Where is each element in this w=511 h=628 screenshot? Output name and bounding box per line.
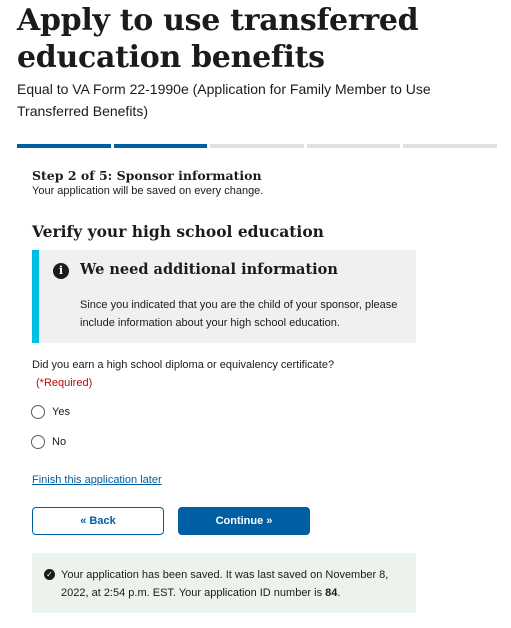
question-label: Did you earn a high school diploma or eq… <box>32 359 335 371</box>
page-title: Apply to use transferred education benef… <box>17 3 419 75</box>
saved-message-end: . <box>337 587 341 599</box>
progress-segment-4 <box>306 144 401 148</box>
radio-button-no[interactable] <box>31 435 45 449</box>
progress-segment-3 <box>210 144 304 148</box>
step-title: Step 2 of 5: Sponsor information <box>32 168 262 183</box>
application-id: 84 <box>325 587 338 599</box>
continue-button[interactable]: Continue » <box>178 507 310 535</box>
autosave-note: Your application will be saved on every … <box>32 185 264 197</box>
section-heading: Verify your high school education <box>32 222 324 241</box>
info-alert: i We need additional information Since y… <box>32 250 416 343</box>
saved-notice: ✓ Your application has been saved. It wa… <box>32 553 416 613</box>
saved-message: Your application has been saved. It was … <box>61 566 406 602</box>
radio-no[interactable]: No <box>31 435 66 449</box>
alert-body: Since you indicated that you are the chi… <box>80 299 398 329</box>
form-subtitle: Equal to VA Form 22-1990e (Application f… <box>17 81 431 119</box>
progress-bar <box>17 144 497 148</box>
radio-yes-label: Yes <box>52 406 70 418</box>
alert-heading: We need additional information <box>80 261 338 278</box>
progress-segment-2 <box>113 144 208 148</box>
radio-yes[interactable]: Yes <box>31 405 70 419</box>
progress-segment-1 <box>17 144 111 148</box>
progress-segment-5 <box>403 144 497 148</box>
info-icon: i <box>53 263 69 279</box>
required-indicator: (*Required) <box>36 377 93 389</box>
radio-button-yes[interactable] <box>31 405 45 419</box>
check-circle-icon: ✓ <box>44 569 55 580</box>
back-button[interactable]: « Back <box>32 507 164 535</box>
radio-no-label: No <box>52 436 67 448</box>
finish-later-link[interactable]: Finish this application later <box>32 474 162 486</box>
